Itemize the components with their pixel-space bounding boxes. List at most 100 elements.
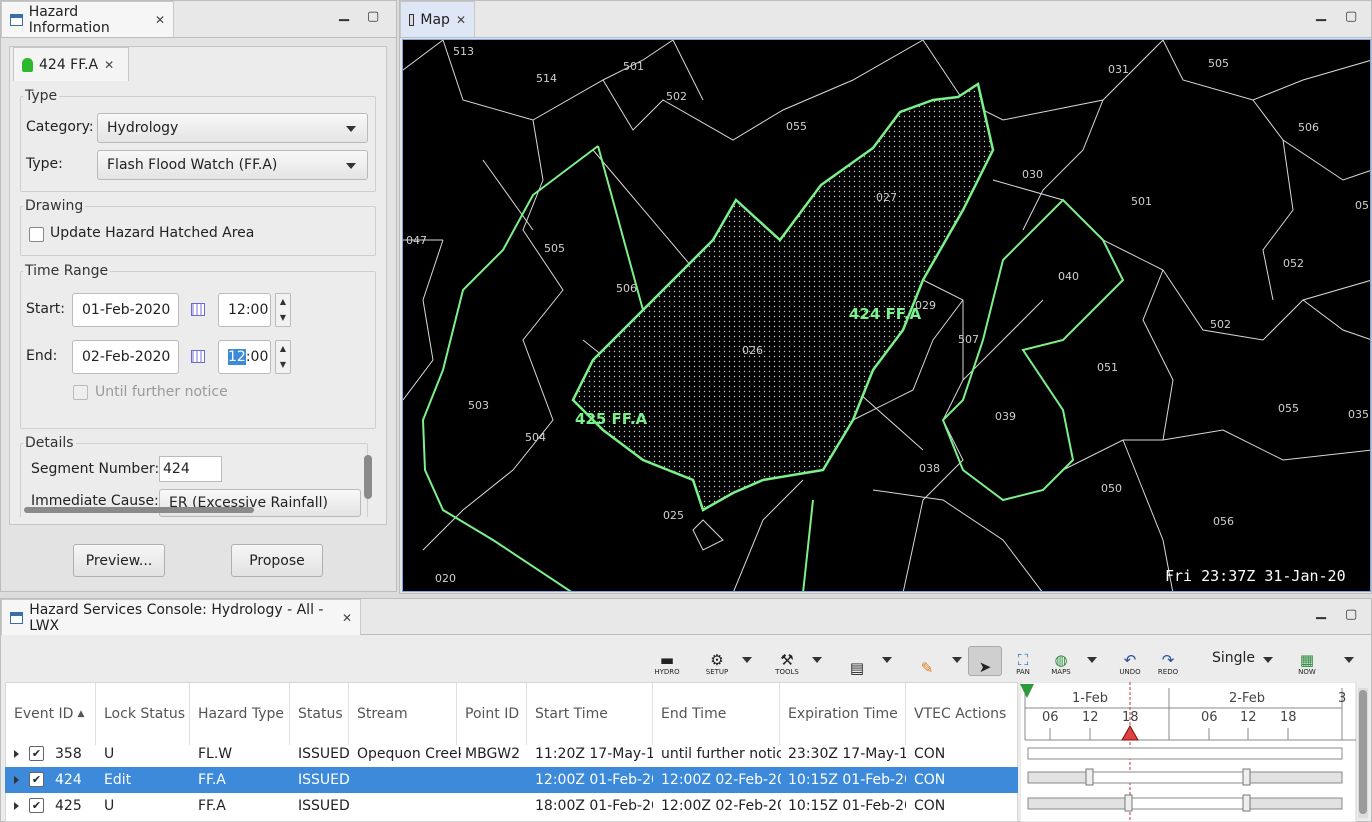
tab-event-424[interactable]: 424 FF.A ✕	[13, 47, 129, 81]
minimize-icon[interactable]: ▁	[1316, 605, 1326, 620]
pencil-button[interactable]: ✎	[910, 646, 944, 676]
column-header-lock-status[interactable]: Lock Status	[96, 683, 190, 745]
start-time-spinner[interactable]: ▲ ▼	[275, 293, 291, 327]
tools-dropdown-icon[interactable]	[812, 657, 822, 663]
cursor-icon: ➤	[978, 658, 992, 676]
start-date-value: 01-Feb-2020	[82, 302, 171, 318]
maximize-icon[interactable]: ▢	[1345, 607, 1357, 622]
zone-label: 505	[1208, 57, 1229, 70]
column-header-start-time[interactable]: Start Time	[527, 683, 653, 745]
cell-status: ISSUED	[298, 798, 350, 814]
tab-console[interactable]: Hazard Services Console: Hydrology - All…	[1, 599, 361, 635]
column-header-expiration-time[interactable]: Expiration Time	[780, 683, 906, 745]
calendar-icon[interactable]	[191, 303, 205, 316]
maximize-icon[interactable]: ▢	[1345, 9, 1357, 24]
pan-button[interactable]: ⛶ PAN	[1006, 646, 1040, 676]
expand-icon[interactable]	[14, 776, 19, 784]
console-tab-label: Hazard Services Console: Hydrology - All…	[29, 601, 324, 634]
column-header-stream[interactable]: Stream	[349, 683, 457, 745]
view-menu-icon[interactable]	[1344, 657, 1354, 663]
zone-label: 051	[1097, 361, 1118, 374]
end-time-field[interactable]: 12:00	[218, 340, 271, 374]
timeline-bar-425[interactable]	[1129, 797, 1247, 810]
row-checkbox[interactable]: ✔	[29, 746, 44, 761]
timeline-handle[interactable]	[1242, 768, 1251, 786]
table-row-selected[interactable]: ✔ 424 Edit FF.A ISSUED 12:00Z 01-Feb-20 …	[5, 767, 1018, 793]
vertical-scrollbar[interactable]	[364, 455, 372, 499]
timeline-handle[interactable]	[1124, 794, 1133, 812]
timeline-bar-424[interactable]	[1089, 771, 1247, 784]
calendar-icon[interactable]	[191, 350, 205, 363]
chevron-down-icon	[346, 126, 356, 132]
close-icon[interactable]: ✕	[155, 13, 165, 27]
map-timestamp: Fri 23:37Z 31-Jan-20	[1165, 567, 1346, 585]
console-tabbar: Hazard Services Console: Hydrology - All…	[1, 599, 1371, 635]
mode-select[interactable]: Single	[1212, 650, 1255, 666]
row-checkbox[interactable]: ✔	[29, 772, 44, 787]
tools-label: TOOLS	[775, 668, 799, 676]
tab-hazard-information[interactable]: Hazard Information ✕	[1, 1, 174, 37]
start-time-field[interactable]: 12:00	[218, 293, 271, 327]
zone-label: 507	[958, 333, 979, 346]
pan-label: PAN	[1016, 668, 1030, 676]
undo-button[interactable]: ↶ UNDO	[1113, 646, 1147, 676]
table-row[interactable]: ✔ 358 U FL.W ISSUED Opequon Creek MBGW2 …	[5, 741, 1018, 767]
tab-map[interactable]: Map ✕	[400, 1, 475, 37]
timeline-handle[interactable]	[1242, 794, 1251, 812]
tools-button[interactable]: ⚒ TOOLS	[770, 646, 804, 676]
horizontal-scrollbar[interactable]	[24, 507, 254, 513]
mode-dropdown-icon[interactable]	[1263, 657, 1273, 663]
close-icon[interactable]: ✕	[342, 611, 352, 625]
maps-dropdown-icon[interactable]	[1087, 657, 1097, 663]
close-icon[interactable]: ✕	[104, 58, 114, 72]
column-header-vtec-actions[interactable]: VTEC Actions	[906, 683, 1018, 745]
zone-label: 501	[623, 60, 644, 73]
redo-button[interactable]: ↷ REDO	[1151, 646, 1185, 676]
document-button[interactable]: ▤	[840, 646, 874, 676]
category-label: Category:	[26, 119, 94, 135]
timeline-scrollbar[interactable]	[1359, 690, 1367, 814]
propose-button[interactable]: Propose	[231, 544, 323, 577]
timeline-handle[interactable]	[1085, 768, 1094, 786]
now-button[interactable]: ▦ NOW	[1290, 646, 1324, 676]
expand-icon[interactable]	[14, 802, 19, 810]
until-further-notice-checkbox[interactable]	[73, 385, 88, 400]
select-button[interactable]: ➤	[968, 646, 1002, 676]
map-canvas[interactable]: 513 514 501 502 055 031 505 506 047 505 …	[402, 39, 1371, 592]
update-hatched-checkbox[interactable]	[29, 227, 44, 242]
minimize-icon[interactable]: ▁	[339, 7, 349, 22]
column-header-hazard-type[interactable]: Hazard Type	[190, 683, 290, 745]
zone-label: 503	[468, 399, 489, 412]
hydro-button[interactable]: ▬ HYDRO	[650, 646, 684, 676]
expand-icon[interactable]	[14, 750, 19, 758]
map-tabbar: Map ✕ ▁ ▢	[400, 1, 1371, 38]
maximize-icon[interactable]: ▢	[367, 9, 379, 24]
column-header-end-time[interactable]: End Time	[653, 683, 780, 745]
column-header-point-id[interactable]: Point ID	[457, 683, 527, 745]
timeline[interactable]: 1-Feb 2-Feb 3 06 12 18 06 12 18	[1020, 682, 1372, 822]
end-label: End:	[26, 348, 58, 364]
setup-dropdown-icon[interactable]	[742, 657, 752, 663]
lock-icon	[22, 57, 33, 72]
minimize-icon[interactable]: ▁	[1316, 7, 1326, 22]
type-select[interactable]: Flash Flood Watch (FF.A)	[97, 150, 368, 180]
column-header-status[interactable]: Status	[290, 683, 349, 745]
segment-field[interactable]: 424	[159, 456, 222, 482]
setup-button[interactable]: ⚙ SETUP	[700, 646, 734, 676]
start-date-field[interactable]: 01-Feb-2020	[72, 293, 179, 327]
column-label: Start Time	[535, 706, 608, 722]
close-icon[interactable]: ✕	[456, 13, 466, 27]
maps-button[interactable]: ◍ MAPS	[1044, 646, 1078, 676]
document-dropdown-icon[interactable]	[882, 657, 892, 663]
preview-button[interactable]: Preview...	[73, 544, 165, 577]
pencil-dropdown-icon[interactable]	[952, 657, 962, 663]
end-time-spinner[interactable]: ▲ ▼	[275, 340, 291, 374]
row-checkbox[interactable]: ✔	[29, 798, 44, 813]
zone-label: 026	[742, 344, 763, 357]
details-scroll-area[interactable]: Details Segment Number: 424 Immediate Ca…	[20, 435, 376, 517]
end-date-field[interactable]: 02-Feb-2020	[72, 340, 179, 374]
table-row[interactable]: ✔ 425 U FF.A ISSUED 18:00Z 01-Feb-20 12:…	[5, 793, 1018, 819]
category-select[interactable]: Hydrology	[97, 113, 368, 143]
column-header-event-id[interactable]: Event ID ▲	[6, 683, 96, 745]
timeline-bar-358[interactable]	[1027, 747, 1343, 760]
